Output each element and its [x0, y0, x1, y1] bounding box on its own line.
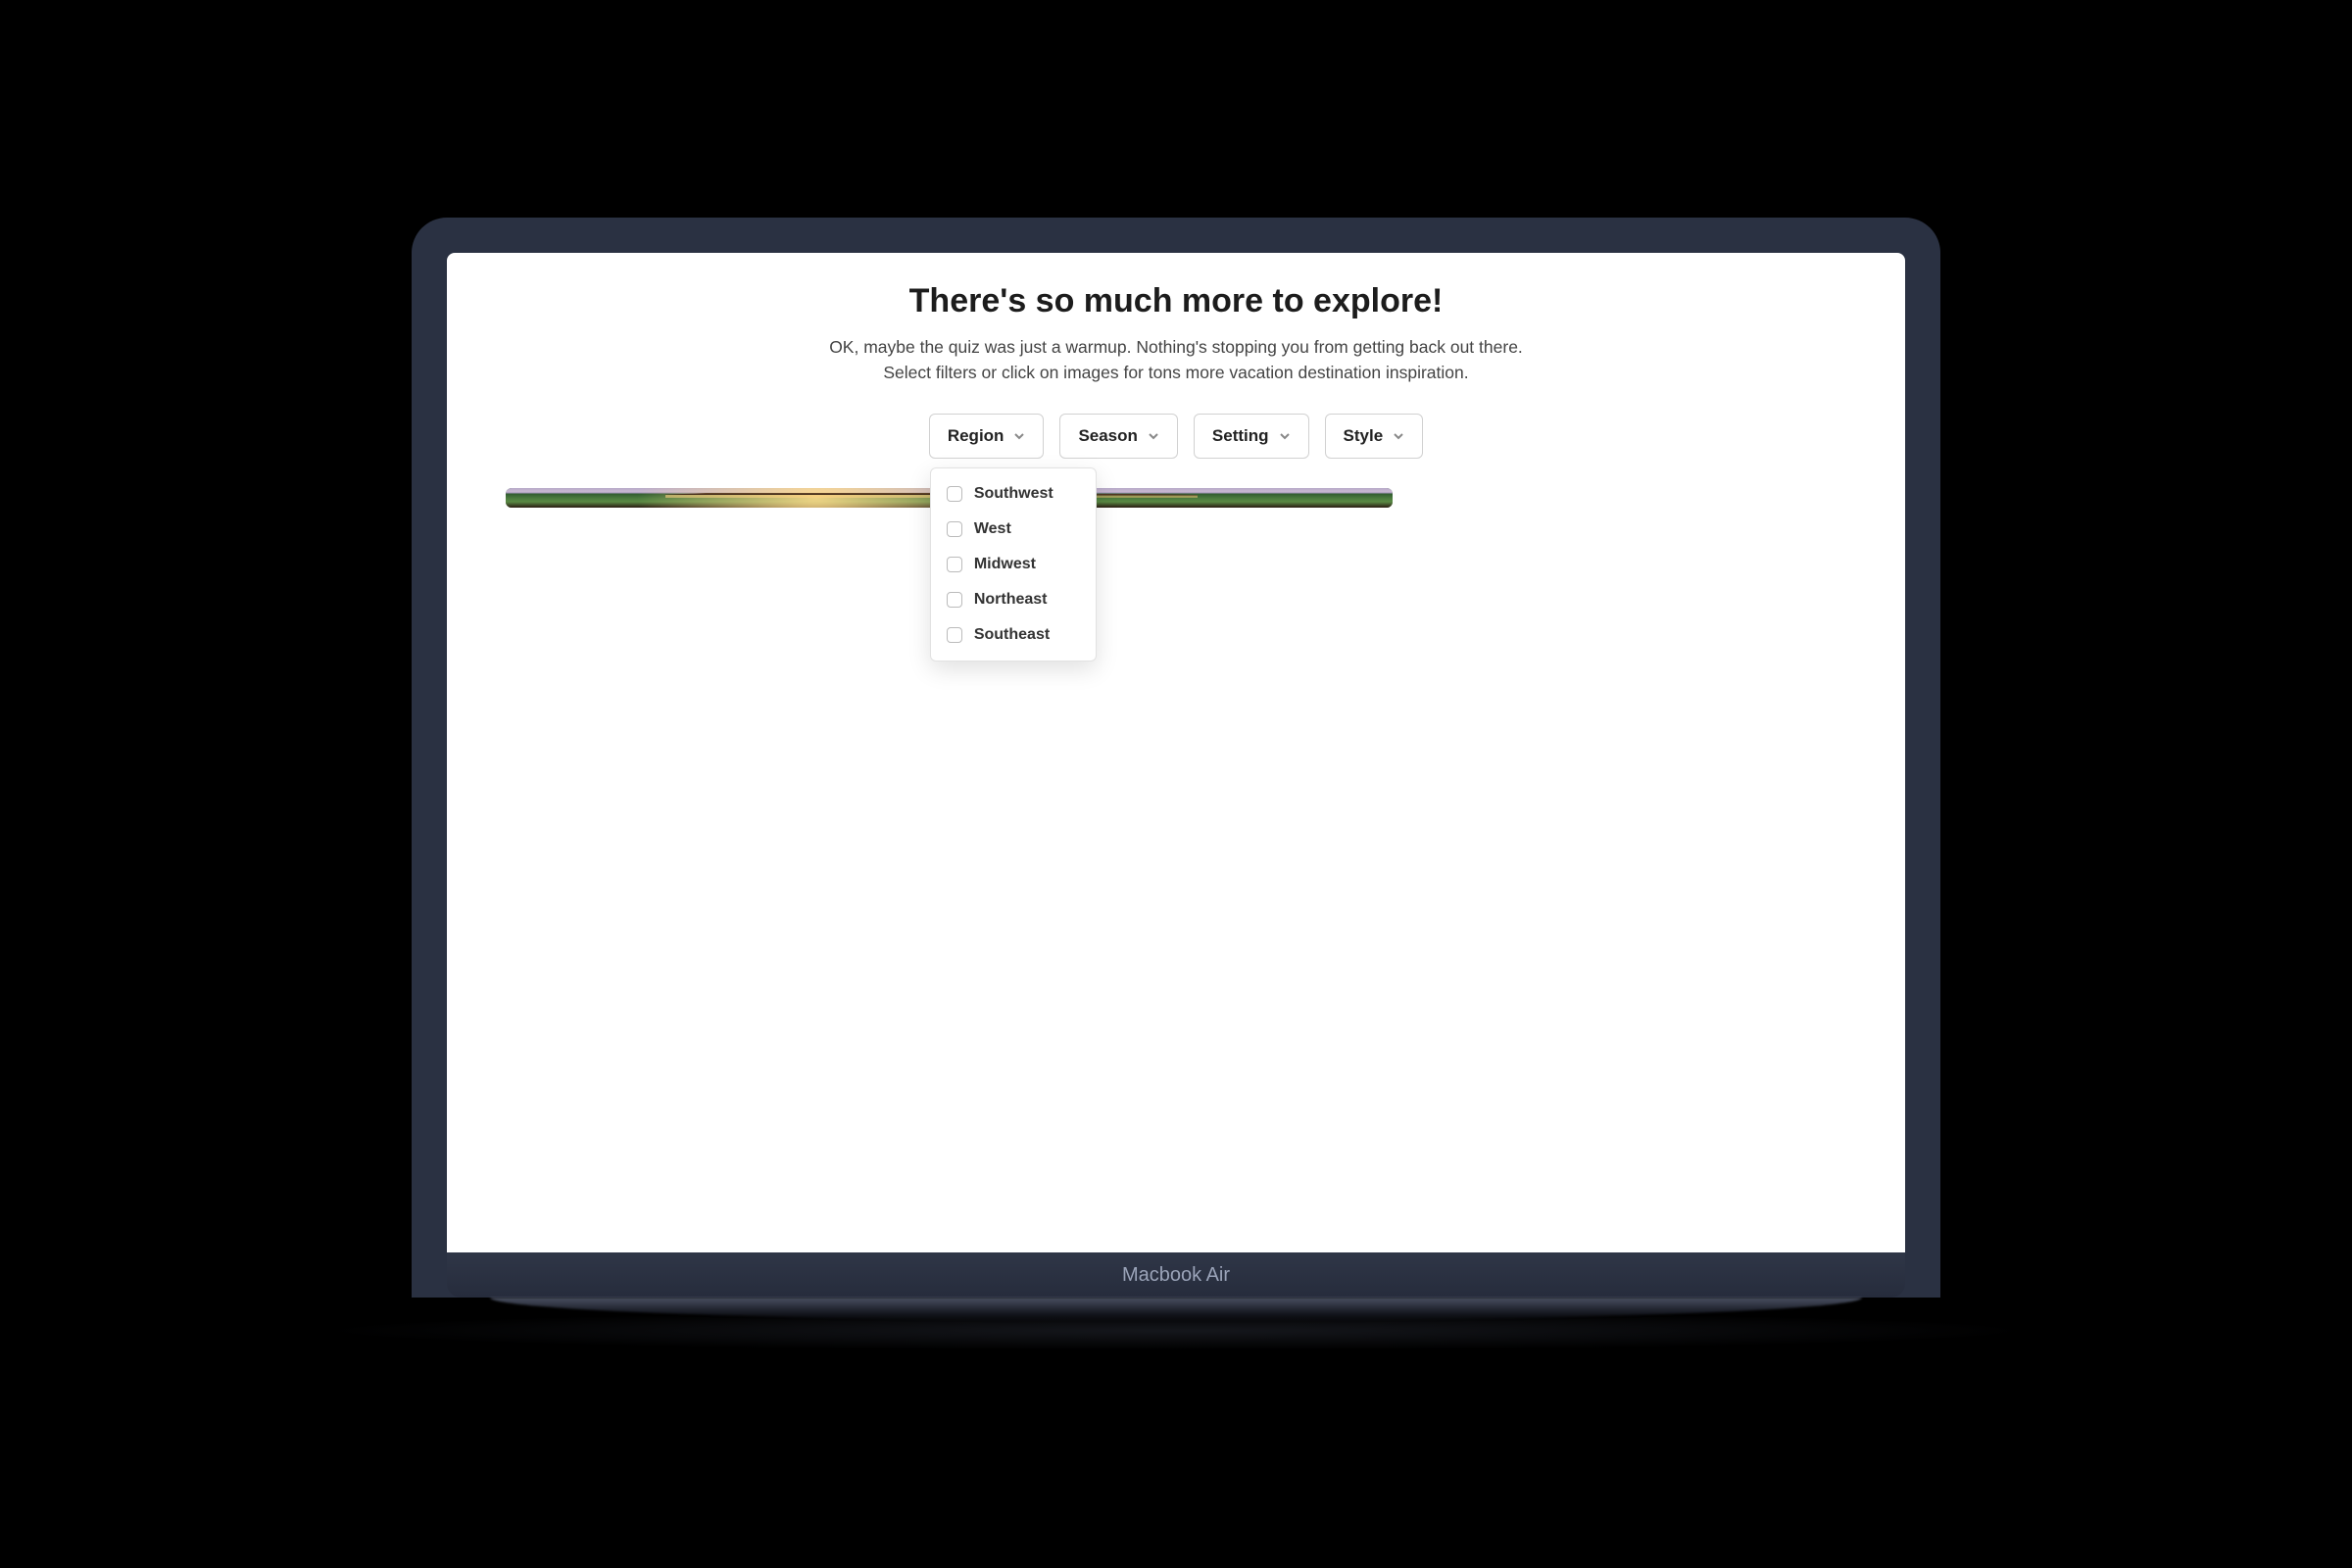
laptop-bezel: There's so much more to explore! OK, may…	[412, 218, 1940, 1298]
device-label: Macbook Air	[1122, 1264, 1230, 1287]
image-gallery	[506, 488, 1846, 527]
region-option-southeast[interactable]: Southeast	[931, 617, 1096, 653]
laptop-screen: There's so much more to explore! OK, may…	[447, 253, 1905, 1252]
region-option-southwest[interactable]: Southwest	[931, 476, 1096, 512]
chevron-down-icon	[1013, 430, 1025, 442]
chevron-down-icon	[1148, 430, 1159, 442]
region-option-label: West	[974, 520, 1011, 538]
region-checkbox-northeast[interactable]	[947, 592, 962, 608]
region-option-northeast[interactable]: Northeast	[931, 582, 1096, 617]
laptop-base: Macbook Air	[447, 1252, 1905, 1298]
laptop-mockup: There's so much more to explore! OK, may…	[412, 218, 1940, 1350]
filter-style-label: Style	[1344, 426, 1384, 446]
filter-setting[interactable]: Setting	[1194, 414, 1309, 459]
filter-region-label: Region	[948, 426, 1004, 446]
filter-setting-label: Setting	[1212, 426, 1269, 446]
filter-season-label: Season	[1078, 426, 1137, 446]
region-option-west[interactable]: West	[931, 512, 1096, 547]
filter-region[interactable]: Region Southwest West	[929, 414, 1045, 459]
page-heading: There's so much more to explore!	[506, 282, 1846, 320]
region-checkbox-southwest[interactable]	[947, 486, 962, 502]
region-option-label: Southwest	[974, 485, 1054, 503]
chevron-down-icon	[1393, 430, 1404, 442]
chevron-down-icon	[1279, 430, 1291, 442]
region-option-label: Northeast	[974, 591, 1048, 609]
region-option-midwest[interactable]: Midwest	[931, 547, 1096, 582]
region-dropdown: Southwest West Midwest	[930, 467, 1097, 662]
region-option-label: Midwest	[974, 556, 1036, 573]
region-option-label: Southeast	[974, 626, 1050, 644]
region-checkbox-west[interactable]	[947, 521, 962, 537]
region-checkbox-southeast[interactable]	[947, 627, 962, 643]
page-subheading: OK, maybe the quiz was just a warmup. No…	[804, 334, 1548, 386]
filter-season[interactable]: Season	[1059, 414, 1177, 459]
page-content: There's so much more to explore! OK, may…	[447, 253, 1905, 527]
filter-bar: Region Southwest West	[506, 414, 1846, 459]
filter-style[interactable]: Style	[1325, 414, 1424, 459]
region-checkbox-midwest[interactable]	[947, 557, 962, 572]
